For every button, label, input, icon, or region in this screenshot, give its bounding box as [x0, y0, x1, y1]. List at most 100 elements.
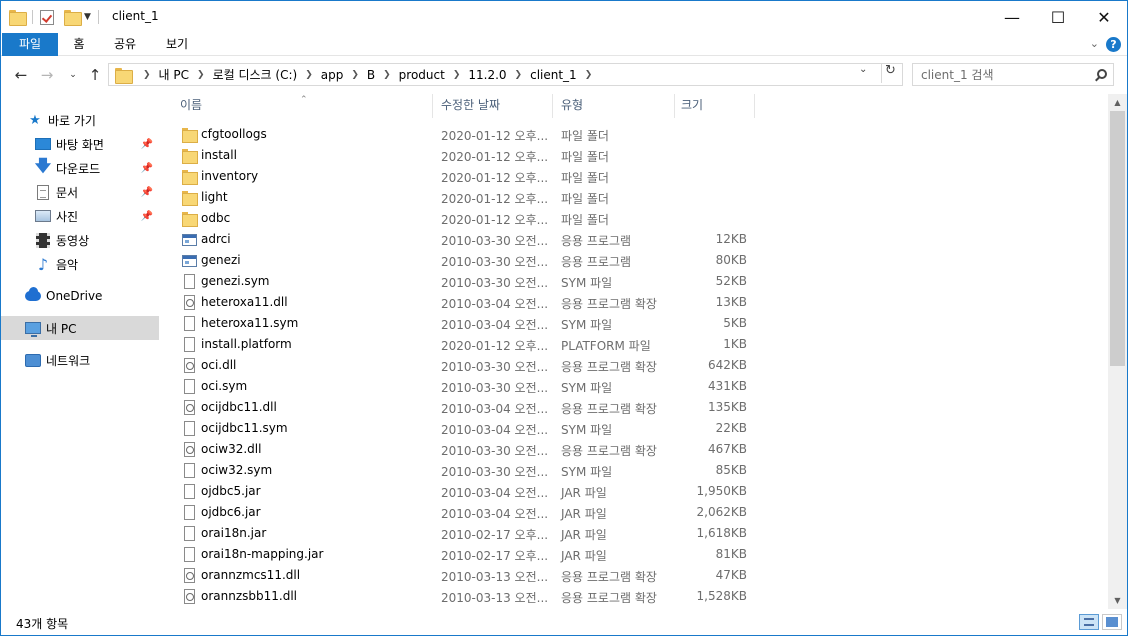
pin-icon[interactable]: 📌	[141, 163, 153, 174]
folder-icon	[115, 68, 133, 84]
properties-icon[interactable]	[40, 9, 54, 25]
table-row[interactable]: cfgtoollogs 2020-01-12 오후... 파일 폴더	[161, 124, 1107, 145]
column-header-size[interactable]: 크기	[675, 94, 755, 118]
table-row[interactable]: ocijdbc11.dll 2010-03-04 오전... 응용 프로그램 확장 1…	[161, 397, 1107, 418]
table-row[interactable]: genezi 2010-03-30 오전... 응용 프로그램 80KB	[161, 250, 1107, 271]
expand-ribbon-chevron-icon[interactable]: ⌄	[1090, 37, 1099, 50]
table-row[interactable]: oci.sym 2010-03-30 오전... SYM 파일 431KB	[161, 376, 1107, 397]
table-row[interactable]: ociw32.dll 2010-03-30 오전... 응용 프로그램 확장 467K…	[161, 439, 1107, 460]
title-bar: ▼ client_1 — ☐ ✕	[1, 1, 1127, 33]
forward-arrow-icon[interactable]: →	[37, 65, 57, 85]
explorer-window: ▼ client_1 — ☐ ✕ 파일 홈 공유 보기 ⌄ ? ← → ⌄ ↑ …	[0, 0, 1128, 636]
table-row[interactable]: adrci 2010-03-30 오전... 응용 프로그램 12KB	[161, 229, 1107, 250]
chevron-right-icon[interactable]: ❯	[197, 70, 205, 80]
nav-item-downloads[interactable]: 🡇 다운로드 📌	[1, 156, 159, 180]
table-row[interactable]: heteroxa11.dll 2010-03-04 오전... 응용 프로그램 확장…	[161, 292, 1107, 313]
nav-item-documents[interactable]: 문서 📌	[1, 180, 159, 204]
nav-network[interactable]: 네트워크	[1, 348, 159, 372]
address-bar[interactable]: ❯ 내 PC ❯ 로컬 디스크 (C:) ❯ app ❯ B ❯ product…	[108, 63, 903, 86]
nav-item-videos[interactable]: 동영상	[1, 228, 159, 252]
table-row[interactable]: odbc 2020-01-12 오후... 파일 폴더	[161, 208, 1107, 229]
breadcrumb-product[interactable]: product	[399, 68, 445, 82]
nav-item-music[interactable]: ♪ 음악	[1, 252, 159, 276]
pin-icon[interactable]: 📌	[141, 139, 153, 150]
chevron-right-icon[interactable]: ❯	[143, 70, 151, 80]
chevron-right-icon[interactable]: ❯	[305, 70, 313, 80]
table-row[interactable]: orannzmcs11.dll 2010-03-13 오전... 응용 프로그램 확…	[161, 565, 1107, 586]
scrollbar-thumb[interactable]	[1110, 111, 1125, 366]
nav-quick-access[interactable]: ★ 바로 가기	[1, 108, 159, 132]
breadcrumb-version[interactable]: 11.2.0	[468, 68, 506, 82]
nav-this-pc[interactable]: 내 PC	[1, 316, 159, 340]
tab-share[interactable]: 공유	[104, 33, 146, 56]
nav-label: 다운로드	[56, 161, 101, 176]
chevron-right-icon[interactable]: ❯	[351, 70, 359, 80]
pin-icon[interactable]: 📌	[141, 187, 153, 198]
file-date: 2020-01-12 오후...	[441, 213, 549, 227]
address-dropdown-icon[interactable]: ⌄	[859, 64, 867, 75]
table-row[interactable]: orai18n-mapping.jar 2010-02-17 오후... JAR 파…	[161, 544, 1107, 565]
file-icon	[184, 505, 195, 520]
file-icon	[184, 547, 195, 562]
file-name: ocijdbc11.dll	[201, 400, 277, 414]
breadcrumb-this-pc[interactable]: 내 PC	[159, 66, 189, 83]
table-row[interactable]: install 2020-01-12 오후... 파일 폴더	[161, 145, 1107, 166]
table-row[interactable]: oci.dll 2010-03-30 오전... 응용 프로그램 확장 642KB	[161, 355, 1107, 376]
scroll-down-arrow-icon[interactable]: ▼	[1108, 592, 1127, 609]
back-arrow-icon[interactable]: ←	[11, 65, 31, 85]
breadcrumb-app[interactable]: app	[321, 68, 344, 82]
nav-onedrive[interactable]: OneDrive	[1, 284, 159, 308]
table-row[interactable]: inventory 2020-01-12 오후... 파일 폴더	[161, 166, 1107, 187]
item-count: 43개 항목	[16, 617, 69, 631]
tab-view[interactable]: 보기	[156, 33, 198, 56]
file-date: 2010-03-04 오전...	[441, 318, 549, 332]
nav-label: 바탕 화면	[56, 137, 104, 152]
vertical-scrollbar[interactable]: ▲ ▼	[1108, 94, 1127, 609]
breadcrumb-b[interactable]: B	[367, 68, 375, 82]
maximize-button[interactable]: ☐	[1035, 1, 1081, 33]
large-icons-view-button[interactable]	[1102, 614, 1122, 630]
search-icon[interactable]	[1097, 69, 1107, 79]
chevron-right-icon[interactable]: ❯	[453, 70, 461, 80]
table-row[interactable]: ociw32.sym 2010-03-30 오전... SYM 파일 85KB	[161, 460, 1107, 481]
file-name: orai18n-mapping.jar	[201, 547, 324, 561]
file-date: 2010-03-04 오전...	[441, 423, 549, 437]
scroll-up-arrow-icon[interactable]: ▲	[1108, 94, 1127, 111]
chevron-right-icon[interactable]: ❯	[585, 70, 593, 80]
file-date: 2010-03-04 오전...	[441, 486, 549, 500]
file-date: 2020-01-12 오후...	[441, 150, 549, 164]
table-row[interactable]: install.platform 2020-01-12 오후... PLATFORM…	[161, 334, 1107, 355]
table-row[interactable]: ocijdbc11.sym 2010-03-04 오전... SYM 파일 22KB	[161, 418, 1107, 439]
chevron-right-icon[interactable]: ❯	[515, 70, 523, 80]
table-row[interactable]: ojdbc5.jar 2010-03-04 오전... JAR 파일 1,950KB	[161, 481, 1107, 502]
tab-file[interactable]: 파일	[2, 33, 58, 56]
customize-toolbar-dropdown-icon[interactable]: ▼	[84, 12, 91, 22]
column-header-name[interactable]: ⌃ 이름	[161, 94, 433, 118]
recent-locations-chevron-icon[interactable]: ⌄	[63, 65, 83, 85]
table-row[interactable]: heteroxa11.sym 2010-03-04 오전... SYM 파일 5KB	[161, 313, 1107, 334]
up-arrow-icon[interactable]: ↑	[85, 65, 105, 85]
nav-item-desktop[interactable]: 바탕 화면 📌	[1, 132, 159, 156]
close-button[interactable]: ✕	[1081, 1, 1127, 33]
refresh-icon[interactable]: ↻	[881, 63, 899, 83]
nav-item-pictures[interactable]: 사진 📌	[1, 204, 159, 228]
table-row[interactable]: orai18n.jar 2010-02-17 오후... JAR 파일 1,618KB	[161, 523, 1107, 544]
dll-file-icon	[184, 442, 195, 457]
column-header-date[interactable]: 수정한 날짜	[433, 94, 553, 118]
new-folder-icon[interactable]	[64, 10, 82, 26]
minimize-button[interactable]: —	[989, 1, 1035, 33]
breadcrumb-local-disk[interactable]: 로컬 디스크 (C:)	[213, 66, 298, 83]
table-row[interactable]: orannzsbb11.dll 2010-03-13 오전... 응용 프로그램 확…	[161, 586, 1107, 607]
help-icon[interactable]: ?	[1106, 37, 1121, 52]
details-view-button[interactable]	[1079, 614, 1099, 630]
table-row[interactable]: light 2020-01-12 오후... 파일 폴더	[161, 187, 1107, 208]
table-row[interactable]: ojdbc6.jar 2010-03-04 오전... JAR 파일 2,062KB	[161, 502, 1107, 523]
table-row[interactable]: genezi.sym 2010-03-30 오전... SYM 파일 52KB	[161, 271, 1107, 292]
chevron-right-icon[interactable]: ❯	[383, 70, 391, 80]
column-header-type[interactable]: 유형	[553, 94, 675, 118]
pin-icon[interactable]: 📌	[141, 211, 153, 222]
search-input[interactable]	[921, 66, 1091, 83]
search-box[interactable]	[912, 63, 1114, 86]
breadcrumb-client[interactable]: client_1	[530, 68, 577, 82]
tab-home[interactable]: 홈	[63, 33, 95, 56]
